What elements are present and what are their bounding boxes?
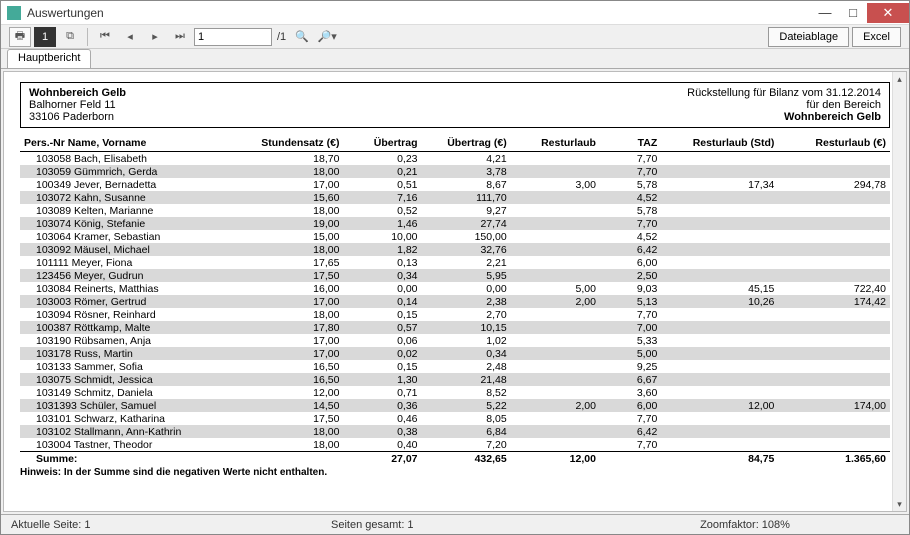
separator: [87, 28, 88, 46]
hint-text: Hinweis: In der Summe sind die negativen…: [20, 465, 890, 480]
close-button[interactable]: ✕: [867, 3, 909, 23]
table-row: 101111 Meyer, Fiona17,650,132,216,00: [20, 256, 890, 269]
app-window: Auswertungen — □ ✕ 🖶 1 ⧉ ⏮ ◂ ▸ ⏭ /1 🔍 🔎▾…: [0, 0, 910, 535]
table-row: 103004 Tastner, Theodor18,000,407,207,70: [20, 438, 890, 452]
sum-uebertrag: 27,07: [343, 452, 421, 466]
sum-label: Summe:: [20, 452, 243, 466]
sum-resturlaub-eur: 1.365,60: [778, 452, 890, 466]
report-page: Wohnbereich Gelb Balhorner Feld 11 33106…: [4, 72, 906, 490]
print-icon[interactable]: 🖶: [9, 27, 31, 47]
table-row: 103101 Schwarz, Katharina17,500,468,057,…: [20, 412, 890, 425]
table-row: 100387 Röttkamp, Malte17,800,5710,157,00: [20, 321, 890, 334]
last-page-icon[interactable]: ⏭: [169, 27, 191, 47]
excel-button[interactable]: Excel: [852, 27, 901, 47]
sum-row: Summe: 27,07 432,65 12,00 84,75 1.365,60: [20, 452, 890, 466]
col-resturlaub-std: Resturlaub (Std): [661, 134, 778, 152]
report-viewport: Wohnbereich Gelb Balhorner Feld 11 33106…: [3, 71, 907, 512]
table-row: 123456 Meyer, Gudrun17,500,345,952,50: [20, 269, 890, 282]
report-title-line3: Wohnbereich Gelb: [687, 111, 881, 123]
window-title: Auswertungen: [27, 6, 811, 20]
report-header: Wohnbereich Gelb Balhorner Feld 11 33106…: [20, 82, 890, 128]
table-row: 103178 Russ, Martin17,000,020,345,00: [20, 347, 890, 360]
col-name: Pers.-Nr Name, Vorname: [20, 134, 243, 152]
report-title-line2: für den Bereich: [687, 99, 881, 111]
tab-hauptbericht[interactable]: Hauptbericht: [7, 49, 91, 68]
next-page-icon[interactable]: ▸: [144, 27, 166, 47]
org-address-2: 33106 Paderborn: [29, 111, 126, 123]
status-zoom: Zoomfaktor: 108%: [581, 519, 909, 531]
org-name: Wohnbereich Gelb: [29, 87, 126, 99]
col-uebertrag: Übertrag: [343, 134, 421, 152]
col-resturlaub-eur: Resturlaub (€): [778, 134, 890, 152]
scroll-down-icon[interactable]: ▾: [893, 497, 906, 511]
col-resturlaub: Resturlaub: [511, 134, 600, 152]
search-icon[interactable]: 🔍: [291, 27, 313, 47]
first-page-icon[interactable]: ⏮: [94, 27, 116, 47]
report-title-line1: Rückstellung für Bilanz vom 31.12.2014: [687, 87, 881, 99]
zoom-icon[interactable]: 🔎▾: [316, 27, 338, 47]
table-row: 103149 Schmitz, Daniela12,000,718,523,60: [20, 386, 890, 399]
status-total-pages: Seiten gesamt: 1: [321, 519, 581, 531]
table-row: 103092 Mäusel, Michael18,001,8232,766,42: [20, 243, 890, 256]
table-row: 103059 Gümmrich, Gerda18,000,213,787,70: [20, 165, 890, 178]
table-row: 100349 Jever, Bernadetta17,000,518,673,0…: [20, 178, 890, 191]
maximize-button[interactable]: □: [839, 3, 867, 23]
table-row: 103075 Schmidt, Jessica16,501,3021,486,6…: [20, 373, 890, 386]
toolbar: 🖶 1 ⧉ ⏮ ◂ ▸ ⏭ /1 🔍 🔎▾ Dateiablage Excel: [1, 25, 909, 49]
table-row: 103074 König, Stefanie19,001,4627,747,70: [20, 217, 890, 230]
dateiablage-button[interactable]: Dateiablage: [768, 27, 849, 47]
table-row: 103089 Kelten, Marianne18,000,529,275,78: [20, 204, 890, 217]
app-icon: [7, 6, 21, 20]
page-thumb-button[interactable]: 1: [34, 27, 56, 47]
minimize-button[interactable]: —: [811, 3, 839, 23]
col-uebertrag-eur: Übertrag (€): [422, 134, 511, 152]
vertical-scrollbar[interactable]: ▴ ▾: [892, 72, 906, 511]
org-address-1: Balhorner Feld 11: [29, 99, 126, 111]
copy-icon[interactable]: ⧉: [59, 27, 81, 47]
table-row: 103058 Bach, Elisabeth18,700,234,217,70: [20, 152, 890, 166]
status-bar: Aktuelle Seite: 1 Seiten gesamt: 1 Zoomf…: [1, 514, 909, 534]
table-header-row: Pers.-Nr Name, Vorname Stundensatz (€) Ü…: [20, 134, 890, 152]
tab-bar: Hauptbericht: [1, 49, 909, 69]
table-row: 103084 Reinerts, Matthias16,000,000,005,…: [20, 282, 890, 295]
col-taz: TAZ: [600, 134, 661, 152]
table-row: 103190 Rübsamen, Anja17,000,061,025,33: [20, 334, 890, 347]
sum-uebertrag-eur: 432,65: [422, 452, 511, 466]
table-row: 103133 Sammer, Sofia16,500,152,489,25: [20, 360, 890, 373]
prev-page-icon[interactable]: ◂: [119, 27, 141, 47]
status-current-page: Aktuelle Seite: 1: [1, 519, 321, 531]
table-row: 103064 Kramer, Sebastian15,0010,00150,00…: [20, 230, 890, 243]
titlebar: Auswertungen — □ ✕: [1, 1, 909, 25]
scroll-up-icon[interactable]: ▴: [893, 72, 906, 86]
page-total-label: /1: [277, 31, 286, 43]
report-table: Pers.-Nr Name, Vorname Stundensatz (€) Ü…: [20, 134, 890, 465]
table-row: 103072 Kahn, Susanne15,607,16111,704,52: [20, 191, 890, 204]
page-number-input[interactable]: [194, 28, 272, 46]
table-row: 1031393 Schüler, Samuel14,500,365,222,00…: [20, 399, 890, 412]
sum-resturlaub: 12,00: [511, 452, 600, 466]
table-row: 103003 Römer, Gertrud17,000,142,382,005,…: [20, 295, 890, 308]
table-row: 103102 Stallmann, Ann-Kathrin18,000,386,…: [20, 425, 890, 438]
sum-resturlaub-std: 84,75: [661, 452, 778, 466]
table-row: 103094 Rösner, Reinhard18,000,152,707,70: [20, 308, 890, 321]
col-rate: Stundensatz (€): [243, 134, 343, 152]
